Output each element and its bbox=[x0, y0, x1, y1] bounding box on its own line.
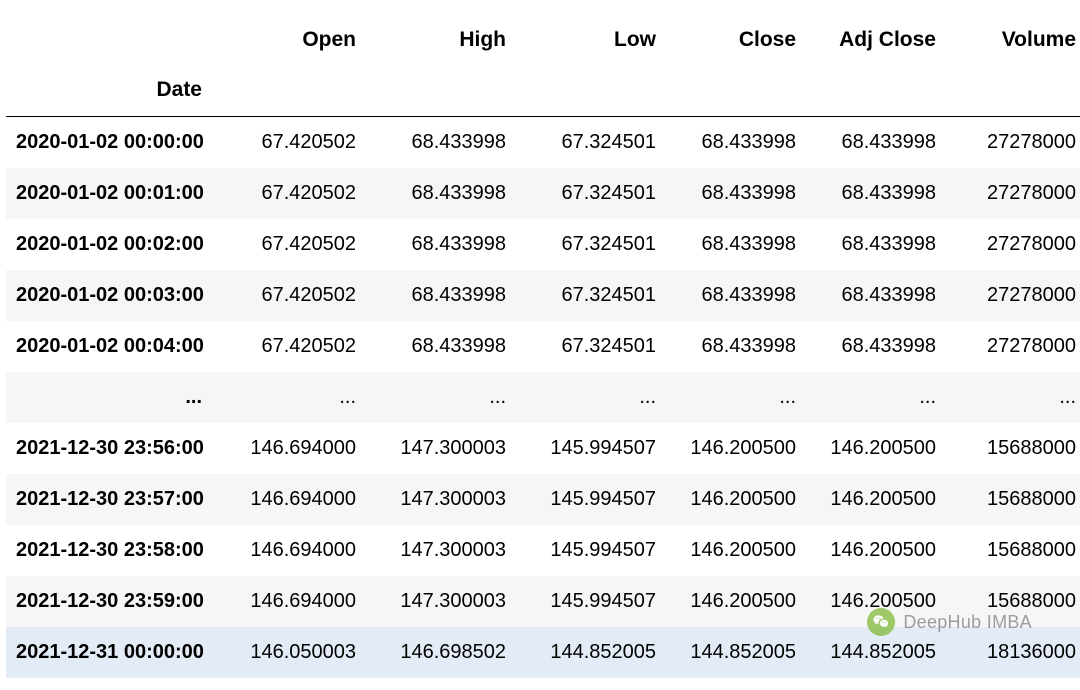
cell-date: 2020-01-02 00:04:00 bbox=[6, 321, 226, 372]
table-row: 2021-12-30 23:57:00 146.694000 147.30000… bbox=[6, 474, 1080, 525]
col-header-low: Low bbox=[516, 10, 666, 78]
cell-volume: 27278000 bbox=[946, 219, 1080, 270]
cell-adj-close: ... bbox=[806, 372, 946, 423]
cell-low: 67.324501 bbox=[516, 219, 666, 270]
cell-date: 2020-01-02 00:02:00 bbox=[6, 219, 226, 270]
cell-volume: 27278000 bbox=[946, 270, 1080, 321]
cell-volume: ... bbox=[946, 372, 1080, 423]
cell-volume: 27278000 bbox=[946, 117, 1080, 168]
cell-high: 147.300003 bbox=[366, 423, 516, 474]
cell-adj-close: 68.433998 bbox=[806, 270, 946, 321]
cell-date: 2021-12-30 23:58:00 bbox=[6, 525, 226, 576]
cell-close: 68.433998 bbox=[666, 321, 806, 372]
col-header-close: Close bbox=[666, 10, 806, 78]
cell-close: 68.433998 bbox=[666, 168, 806, 219]
cell-open: 67.420502 bbox=[226, 321, 366, 372]
cell-date: 2020-01-02 00:03:00 bbox=[6, 270, 226, 321]
cell-open: ... bbox=[226, 372, 366, 423]
table-row: 2020-01-02 00:00:00 67.420502 68.433998 … bbox=[6, 117, 1080, 168]
cell-volume: 15688000 bbox=[946, 423, 1080, 474]
cell-adj-close: 68.433998 bbox=[806, 219, 946, 270]
cell-high: 146.698502 bbox=[366, 627, 516, 678]
cell-high: 68.433998 bbox=[366, 168, 516, 219]
table-row: 2020-01-02 00:03:00 67.420502 68.433998 … bbox=[6, 270, 1080, 321]
cell-date: 2021-12-30 23:57:00 bbox=[6, 474, 226, 525]
cell-adj-close: 146.200500 bbox=[806, 525, 946, 576]
cell-low: 145.994507 bbox=[516, 576, 666, 627]
cell-volume: 18136000 bbox=[946, 627, 1080, 678]
cell-open: 67.420502 bbox=[226, 219, 366, 270]
cell-high: 147.300003 bbox=[366, 576, 516, 627]
cell-low: 67.324501 bbox=[516, 168, 666, 219]
cell-date: 2021-12-31 00:00:00 bbox=[6, 627, 226, 678]
cell-close: 146.200500 bbox=[666, 576, 806, 627]
cell-low: 144.852005 bbox=[516, 627, 666, 678]
cell-volume: 15688000 bbox=[946, 576, 1080, 627]
table-row: 2021-12-30 23:58:00 146.694000 147.30000… bbox=[6, 525, 1080, 576]
table-body: 2020-01-02 00:00:00 67.420502 68.433998 … bbox=[6, 117, 1080, 679]
cell-close: 68.433998 bbox=[666, 117, 806, 168]
cell-low: 67.324501 bbox=[516, 270, 666, 321]
col-header-adj-close: Adj Close bbox=[806, 10, 946, 78]
cell-adj-close: 146.200500 bbox=[806, 576, 946, 627]
cell-high: 147.300003 bbox=[366, 525, 516, 576]
cell-volume: 27278000 bbox=[946, 321, 1080, 372]
cell-adj-close: 68.433998 bbox=[806, 321, 946, 372]
cell-low: 67.324501 bbox=[516, 117, 666, 168]
cell-open: 146.694000 bbox=[226, 576, 366, 627]
cell-open: 67.420502 bbox=[226, 117, 366, 168]
table-row: 2021-12-30 23:56:00 146.694000 147.30000… bbox=[6, 423, 1080, 474]
table-row: 2020-01-02 00:02:00 67.420502 68.433998 … bbox=[6, 219, 1080, 270]
cell-date: 2020-01-02 00:00:00 bbox=[6, 117, 226, 168]
cell-date: 2021-12-30 23:59:00 bbox=[6, 576, 226, 627]
cell-low: 145.994507 bbox=[516, 525, 666, 576]
table-row: 2020-01-02 00:01:00 67.420502 68.433998 … bbox=[6, 168, 1080, 219]
cell-close: 144.852005 bbox=[666, 627, 806, 678]
cell-open: 67.420502 bbox=[226, 168, 366, 219]
cell-high: 68.433998 bbox=[366, 270, 516, 321]
cell-close: ... bbox=[666, 372, 806, 423]
cell-date: 2021-12-30 23:56:00 bbox=[6, 423, 226, 474]
cell-date: ... bbox=[6, 372, 226, 423]
cell-close: 68.433998 bbox=[666, 270, 806, 321]
cell-high: 68.433998 bbox=[366, 219, 516, 270]
cell-adj-close: 146.200500 bbox=[806, 423, 946, 474]
table-row: 2021-12-31 00:00:00 146.050003 146.69850… bbox=[6, 627, 1080, 678]
cell-open: 146.694000 bbox=[226, 474, 366, 525]
cell-close: 68.433998 bbox=[666, 219, 806, 270]
cell-volume: 27278000 bbox=[946, 168, 1080, 219]
cell-low: 145.994507 bbox=[516, 474, 666, 525]
cell-high: ... bbox=[366, 372, 516, 423]
cell-open: 67.420502 bbox=[226, 270, 366, 321]
cell-high: 147.300003 bbox=[366, 474, 516, 525]
cell-adj-close: 68.433998 bbox=[806, 117, 946, 168]
col-header-open: Open bbox=[226, 10, 366, 78]
cell-high: 68.433998 bbox=[366, 117, 516, 168]
cell-adj-close: 144.852005 bbox=[806, 627, 946, 678]
col-header-high: High bbox=[366, 10, 516, 78]
cell-open: 146.050003 bbox=[226, 627, 366, 678]
cell-open: 146.694000 bbox=[226, 525, 366, 576]
cell-low: 145.994507 bbox=[516, 423, 666, 474]
table-row-ellipsis: ... ... ... ... ... ... ... bbox=[6, 372, 1080, 423]
cell-close: 146.200500 bbox=[666, 423, 806, 474]
index-header-date: Date bbox=[6, 78, 226, 117]
cell-low: 67.324501 bbox=[516, 321, 666, 372]
cell-close: 146.200500 bbox=[666, 474, 806, 525]
cell-open: 146.694000 bbox=[226, 423, 366, 474]
table-header: Open High Low Close Adj Close Volume Dat… bbox=[6, 10, 1080, 117]
cell-low: ... bbox=[516, 372, 666, 423]
cell-close: 146.200500 bbox=[666, 525, 806, 576]
table-row: 2020-01-02 00:04:00 67.420502 68.433998 … bbox=[6, 321, 1080, 372]
cell-volume: 15688000 bbox=[946, 525, 1080, 576]
table-row: 2021-12-30 23:59:00 146.694000 147.30000… bbox=[6, 576, 1080, 627]
cell-high: 68.433998 bbox=[366, 321, 516, 372]
cell-adj-close: 68.433998 bbox=[806, 168, 946, 219]
col-header-volume: Volume bbox=[946, 10, 1080, 78]
cell-date: 2020-01-02 00:01:00 bbox=[6, 168, 226, 219]
data-table: Open High Low Close Adj Close Volume Dat… bbox=[6, 10, 1080, 678]
cell-adj-close: 146.200500 bbox=[806, 474, 946, 525]
cell-volume: 15688000 bbox=[946, 474, 1080, 525]
